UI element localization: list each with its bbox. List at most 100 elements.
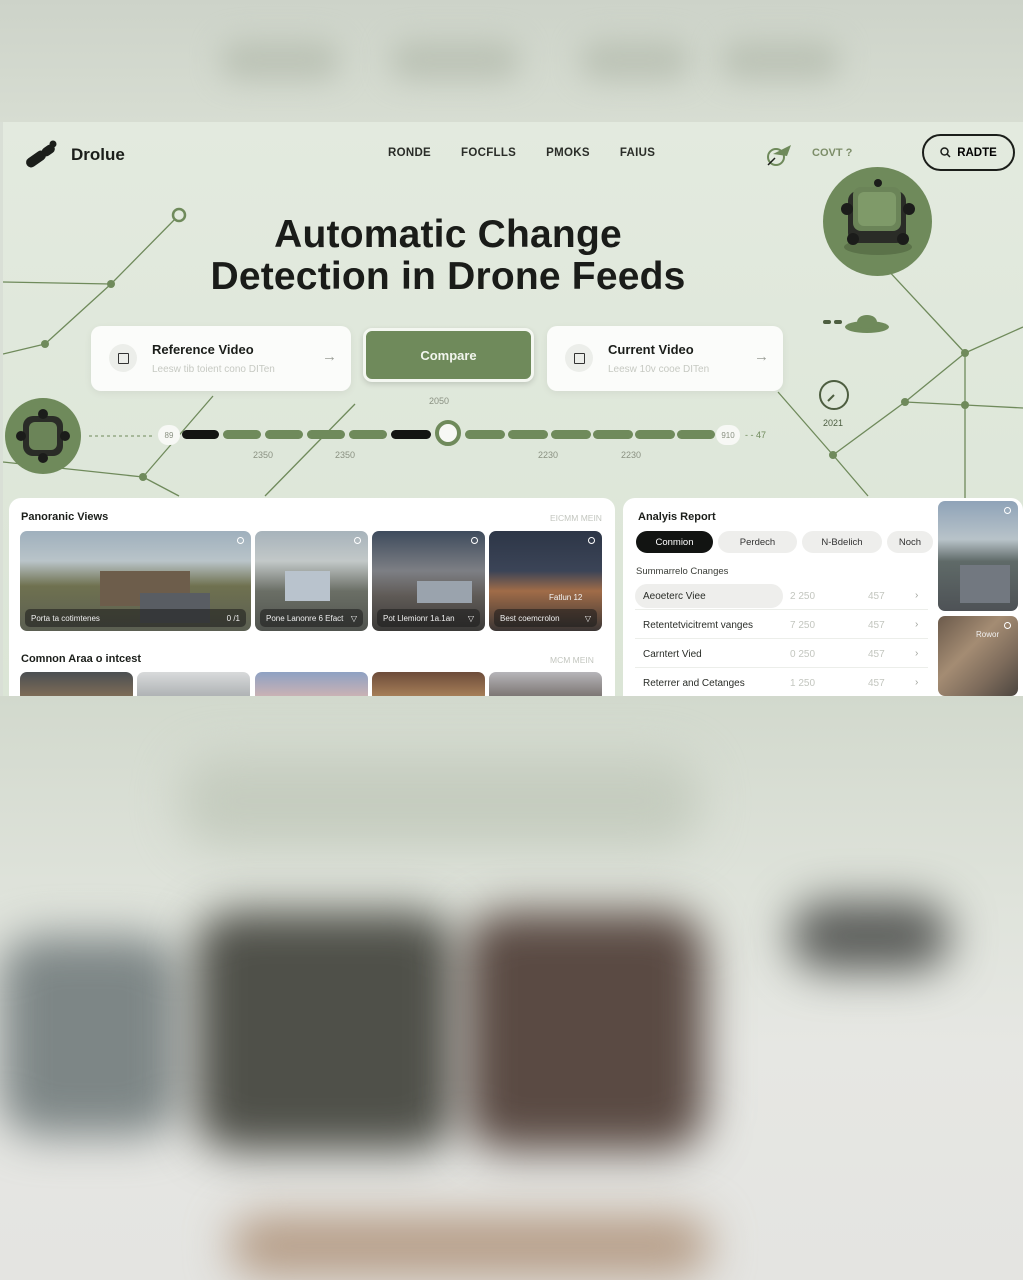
timeline-segment[interactable] — [465, 430, 505, 439]
current-video-card[interactable]: Current Video Leesw 10v cooe DITen → — [547, 326, 783, 391]
change-row-name: Carntert Vied — [643, 649, 702, 660]
route-button[interactable]: RADTE — [922, 134, 1015, 171]
app-frame: Drolue RONDE FOCFLLS PMOKS FAIUS COVT ? … — [3, 122, 1023, 696]
arrow-right-icon[interactable]: → — [754, 348, 769, 365]
tab-n-bdelich[interactable]: N-Bdelich — [802, 531, 882, 553]
route-button-label: RADTE — [957, 146, 997, 159]
change-row[interactable]: Carntert Vied 0 250 457 › — [635, 642, 928, 668]
current-video-subtitle: Leesw 10v cooe DITen — [608, 364, 710, 375]
timeline-tick: 2350 — [253, 450, 274, 460]
panoramic-thumb[interactable]: Pot Llemionr 1a.1an ▽ — [372, 531, 485, 631]
change-row-value: 1 250 — [790, 678, 816, 689]
analysis-title: Analyis Report — [638, 511, 716, 523]
chevron-right-icon[interactable]: › — [915, 648, 918, 659]
nav-item-focflls[interactable]: FOCFLLS — [461, 147, 516, 159]
select-dot-icon[interactable] — [354, 537, 361, 544]
timeline-end-marker[interactable]: 910 — [716, 425, 740, 445]
thumb-caption-text: Pone Lanonre 6 Efact — [266, 613, 344, 623]
side-thumb[interactable] — [938, 501, 1018, 611]
timeline-segment[interactable] — [635, 430, 675, 439]
side-thumb[interactable]: Rowor — [938, 616, 1018, 696]
video-checkbox[interactable] — [109, 344, 137, 372]
timeline-segment[interactable] — [551, 430, 591, 439]
panoramic-thumb[interactable]: Porta ta cotimtenes 0 /1 — [20, 531, 251, 631]
chevron-right-icon[interactable]: › — [915, 619, 918, 630]
timeline-start-marker[interactable]: 89 — [158, 425, 180, 445]
compare-button[interactable]: Compare — [363, 328, 534, 382]
reference-video-card[interactable]: Reference Video Leesw tib toient cono DI… — [91, 326, 351, 391]
select-dot-icon[interactable] — [237, 537, 244, 544]
tab-noch[interactable]: Noch — [887, 531, 933, 553]
change-row[interactable]: Retentetvicitremt vanges 7 250 457 › — [635, 613, 928, 639]
chevron-right-icon[interactable]: › — [915, 677, 918, 688]
change-row-count: 457 — [868, 678, 885, 689]
common-area-thumb[interactable] — [20, 672, 133, 696]
thumb-caption: Pot Llemionr 1a.1an ▽ — [377, 609, 480, 627]
drone-icon — [841, 179, 915, 255]
select-dot-icon[interactable] — [471, 537, 478, 544]
logo-icon — [26, 140, 57, 168]
blurred-bottom-area — [0, 696, 1023, 1280]
panoramic-thumb[interactable]: Fatlun 12 Best coemcrolon ▽ — [489, 531, 602, 631]
common-area-thumb[interactable] — [255, 672, 368, 696]
change-row-count: 457 — [868, 591, 885, 602]
nav-item-pmoks[interactable]: PMOKS — [546, 147, 590, 159]
main-nav: RONDE FOCFLLS PMOKS FAIUS — [388, 147, 655, 159]
brand-name: Drolue — [71, 145, 125, 164]
nav-item-faius[interactable]: FAIUS — [620, 147, 655, 159]
drone-badge-left — [5, 398, 81, 474]
satellite-icon[interactable] — [765, 142, 795, 168]
nav-item-ronde[interactable]: RONDE — [388, 147, 431, 159]
timeline-segment[interactable] — [223, 430, 261, 439]
search-icon — [940, 147, 951, 158]
change-row-value: 2 250 — [790, 591, 816, 602]
cloud-icon — [823, 315, 889, 333]
change-row-value: 0 250 — [790, 649, 816, 660]
blurred-top-area — [0, 0, 1023, 122]
timeline-segment[interactable] — [391, 430, 431, 439]
change-row-name: Aeoeterc Viee — [643, 591, 706, 602]
select-dot-icon[interactable] — [1004, 507, 1011, 514]
timeline-segment[interactable] — [307, 430, 345, 439]
timeline-playhead[interactable] — [435, 420, 461, 446]
summary-section-title: Summarrelo Cnanges — [636, 566, 729, 577]
clock-icon — [819, 380, 849, 410]
change-row[interactable]: Aeoeterc Viee 2 250 457 › — [635, 584, 928, 610]
timeline-segment[interactable] — [677, 430, 715, 439]
drone-badge-top — [823, 167, 932, 276]
timeline-segment[interactable] — [349, 430, 387, 439]
timeline-segment[interactable] — [593, 430, 633, 439]
chevron-right-icon[interactable]: › — [915, 590, 918, 601]
common-area-thumb[interactable] — [137, 672, 250, 696]
thumb-caption-text: Pot Llemionr 1a.1an — [383, 613, 455, 623]
timeline-segment[interactable] — [265, 430, 303, 439]
contact-link[interactable]: COVT ? — [812, 147, 852, 159]
change-row-count: 457 — [868, 649, 885, 660]
change-row-name: Retentetvicitremt vanges — [643, 620, 754, 631]
thumb-caption: Best coemcrolon ▽ — [494, 609, 597, 627]
video-checkbox[interactable] — [565, 344, 593, 372]
change-row[interactable]: Reterrer and Cetanges 1 250 457 › — [635, 671, 928, 696]
timeline-segment[interactable] — [182, 430, 219, 439]
side-thumb-label: Rowor — [976, 630, 1000, 639]
timeline-segment[interactable] — [508, 430, 548, 439]
tab-conmion[interactable]: Conmion — [636, 531, 713, 553]
panoramic-thumb[interactable]: Pone Lanonre 6 Efact ▽ — [255, 531, 368, 631]
panoramic-title: Panoranic Views — [21, 511, 109, 523]
select-dot-icon[interactable] — [588, 537, 595, 544]
change-row-value: 7 250 — [790, 620, 816, 631]
timeline-tick: 2230 — [621, 450, 642, 460]
timeline-year-label: 2021 — [823, 418, 844, 428]
current-video-title: Current Video — [608, 342, 694, 357]
common-area-title: Comnon Araa o intcest — [21, 653, 141, 665]
change-row-count: 457 — [868, 620, 885, 631]
drone-icon — [16, 409, 70, 463]
tab-perdech[interactable]: Perdech — [718, 531, 797, 553]
common-area-thumb[interactable] — [489, 672, 602, 696]
thumb-caption: Porta ta cotimtenes 0 /1 — [25, 609, 246, 627]
hero-title-line1: Automatic Change — [274, 213, 622, 256]
common-area-thumb[interactable] — [372, 672, 485, 696]
arrow-right-icon[interactable]: → — [322, 348, 337, 365]
select-dot-icon[interactable] — [1004, 622, 1011, 629]
brand-logo[interactable]: Drolue — [23, 140, 125, 170]
